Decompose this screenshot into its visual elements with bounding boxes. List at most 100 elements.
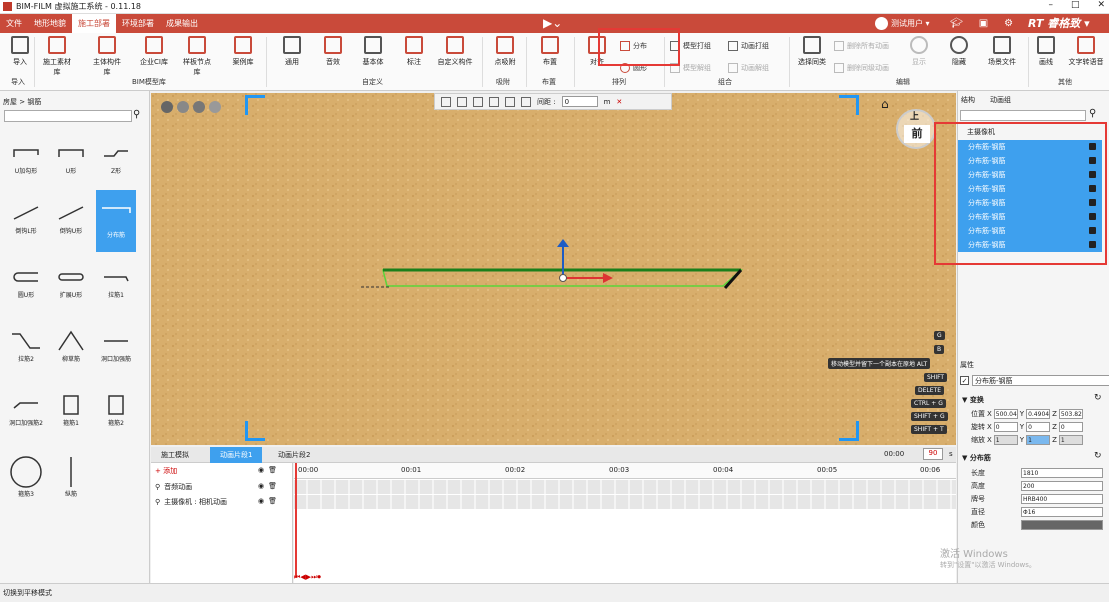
scene-file-button[interactable]: 场景文件: [983, 36, 1021, 67]
basic-body-button[interactable]: 基本体: [356, 36, 390, 67]
view-cube-top[interactable]: 上: [910, 109, 919, 122]
shape-u[interactable]: U形: [51, 140, 91, 175]
reset-icon[interactable]: ↻: [1094, 451, 1102, 461]
text-to-speech-button[interactable]: 文字转语音: [1064, 36, 1108, 67]
shape-stirrup-3[interactable]: 箍筋3: [6, 455, 46, 498]
view-cube[interactable]: 上 前: [896, 109, 936, 149]
shape-tie-2[interactable]: 拉筋2: [6, 328, 46, 363]
shape-stirrup-1[interactable]: 箍筋1: [51, 392, 91, 427]
tab-anim-clip-2[interactable]: 动画片段2: [268, 447, 320, 463]
brand-logo[interactable]: RT 睿格致 ▾: [1028, 15, 1090, 32]
track-lane-audio[interactable]: [294, 480, 956, 494]
view-cube-front[interactable]: 前: [904, 125, 930, 143]
draw-line-button[interactable]: 画线: [1032, 36, 1060, 67]
visible-checkbox[interactable]: ✓: [960, 376, 969, 385]
shape-opening-reinforce[interactable]: 洞口加强筋: [96, 328, 136, 363]
hide-button[interactable]: 隐藏: [944, 36, 974, 67]
track-camera[interactable]: ⚲ 主摄像机 : 相机动画: [155, 497, 227, 507]
sample-node-button[interactable]: 样板节点库: [180, 36, 214, 77]
delete-all-anim-button[interactable]: 删除所有动画: [834, 41, 889, 51]
main-component-button[interactable]: 主体构件库: [90, 36, 124, 77]
user-menu[interactable]: 测试用户 ▾: [875, 15, 930, 32]
rotation-z-input[interactable]: 0: [1058, 422, 1083, 432]
view-box-icon[interactable]: [441, 96, 451, 107]
breadcrumb[interactable]: 房屋 > 钢筋: [3, 97, 41, 107]
enterprise-ci-button[interactable]: 企业CI库: [137, 36, 171, 67]
shape-longitudinal[interactable]: 纵筋: [51, 455, 91, 498]
playback-controls[interactable]: ⏮◀▶⏭⏺: [294, 573, 321, 582]
general-button[interactable]: 通用: [275, 36, 309, 67]
diameter-select[interactable]: Φ16: [1021, 507, 1103, 517]
position-x-input[interactable]: 500.04: [993, 409, 1018, 419]
close-button[interactable]: ✕: [1097, 0, 1105, 10]
import-button[interactable]: 导入: [3, 36, 37, 67]
tab-structure[interactable]: 结构: [961, 95, 975, 105]
length-input[interactable]: 1810: [1021, 468, 1103, 478]
menu-file[interactable]: 文件: [0, 14, 28, 33]
tool-sphere-icon[interactable]: [193, 101, 205, 113]
shape-hook-l[interactable]: 倒钩L形: [6, 200, 46, 235]
scale-y-input[interactable]: 1: [1026, 435, 1051, 445]
search-icon[interactable]: ⚲: [133, 109, 140, 120]
timeline-length-input[interactable]: 90: [923, 448, 943, 460]
rotation-x-input[interactable]: 0: [993, 422, 1018, 432]
height-input[interactable]: 200: [1021, 481, 1103, 491]
sound-button[interactable]: 音效: [316, 36, 350, 67]
menu-terrain[interactable]: 地形地貌: [28, 14, 72, 33]
menu-environment[interactable]: 环境部署: [116, 14, 160, 33]
eye-icon[interactable]: ◉: [258, 466, 264, 474]
columns-icon[interactable]: [473, 96, 483, 107]
delete-same-anim-button[interactable]: 删除同级动画: [834, 63, 889, 73]
shape-opening-reinforce-2[interactable]: 洞口加强筋2: [6, 392, 46, 427]
library-search-input[interactable]: [4, 110, 132, 122]
rotation-y-input[interactable]: 0: [1026, 422, 1051, 432]
scale-x-input[interactable]: 1: [993, 435, 1018, 445]
shape-z[interactable]: Z形: [96, 140, 136, 175]
rebar-section[interactable]: ▼ 分布筋: [962, 453, 991, 463]
color-swatch[interactable]: [1021, 520, 1103, 530]
position-z-input[interactable]: 503.82: [1058, 409, 1083, 419]
minimize-button[interactable]: –: [1048, 0, 1053, 10]
layers2-icon[interactable]: [521, 96, 531, 107]
transform-section[interactable]: ▼ 变换: [962, 395, 984, 405]
graduation-cap-icon[interactable]: 🎓︎: [950, 18, 963, 29]
tab-anim-clip-1[interactable]: 动画片段1: [210, 447, 263, 463]
grade-select[interactable]: HRB400: [1021, 494, 1103, 504]
point-adsorb-button[interactable]: 点吸附: [488, 36, 522, 67]
spacing-input[interactable]: 0: [561, 96, 598, 107]
view-box2-icon[interactable]: [457, 96, 467, 107]
tool-sphere-icon[interactable]: [209, 101, 221, 113]
trash-icon[interactable]: 🗑︎: [268, 497, 277, 505]
show-button[interactable]: 显示: [904, 36, 934, 67]
reset-icon[interactable]: ↻: [1094, 393, 1102, 403]
construction-material-button[interactable]: 施工素材库: [40, 36, 74, 77]
tool-sphere-icon[interactable]: [177, 101, 189, 113]
annotate-button[interactable]: 标注: [397, 36, 431, 67]
eye-icon[interactable]: ◉: [258, 482, 264, 490]
menu-construction[interactable]: 施工部署: [72, 14, 116, 33]
object-name-input[interactable]: 分布筋-钢筋: [972, 375, 1109, 386]
playhead[interactable]: [295, 463, 297, 578]
shape-tie-1[interactable]: 拉筋1: [96, 264, 136, 299]
custom-component-button[interactable]: 自定义构件: [434, 36, 476, 67]
select-same-button[interactable]: 选择同类: [794, 36, 830, 67]
search-icon[interactable]: ⚲: [1089, 108, 1096, 119]
maximize-button[interactable]: □: [1071, 0, 1080, 10]
position-y-input[interactable]: 0.4904: [1026, 409, 1051, 419]
3d-viewport[interactable]: ⌂ 上 前 G B 移动模型并留下一个副本在原地 ALT SHIFT DELET…: [151, 93, 956, 445]
document-icon[interactable]: ▣: [979, 18, 988, 29]
tab-anim-group[interactable]: 动画组: [990, 95, 1011, 105]
gear-icon[interactable]: ⚙: [1004, 18, 1013, 29]
anim-ungroup-button[interactable]: 动画解组: [728, 63, 769, 73]
shape-extended-u[interactable]: 扩展U形: [51, 264, 91, 299]
tool-sphere-icon[interactable]: [161, 101, 173, 113]
structure-search-input[interactable]: [960, 110, 1086, 121]
shape-round-u[interactable]: 圆U形: [6, 264, 46, 299]
close-icon[interactable]: ✕: [616, 98, 622, 106]
track-lane-camera[interactable]: [294, 495, 956, 509]
shape-u-hook[interactable]: U加勾形: [6, 140, 46, 175]
track-audio[interactable]: ⚲ 音频动画: [155, 482, 192, 492]
shape-willow[interactable]: 柳草筋: [51, 328, 91, 363]
trash-icon[interactable]: 🗑︎: [268, 466, 277, 474]
shape-stirrup-2[interactable]: 箍筋2: [96, 392, 136, 427]
